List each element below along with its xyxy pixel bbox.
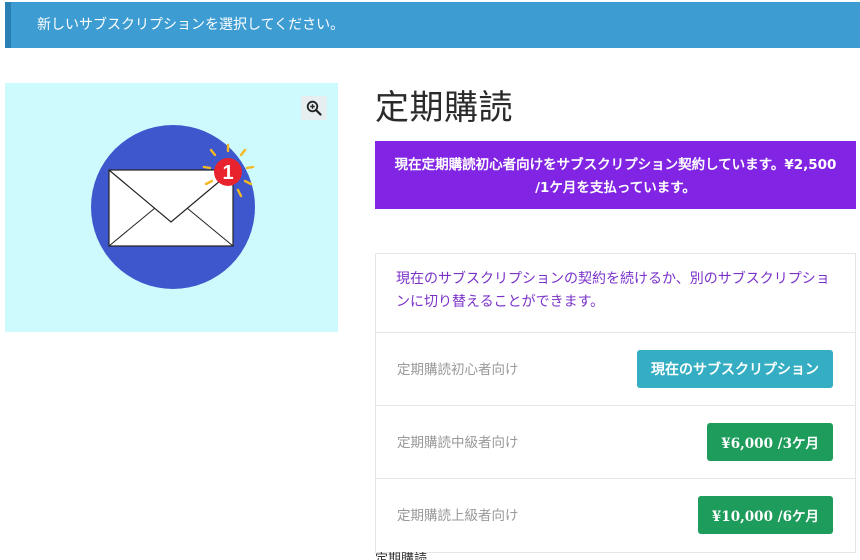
notice-bar: 新しいサブスクリプションを選択してください。 bbox=[5, 2, 860, 48]
envelope-icon bbox=[108, 169, 234, 247]
footer-product-label: 定期購読 bbox=[375, 552, 428, 560]
product-title: 定期購読 bbox=[375, 88, 513, 128]
envelope-illustration: 1 bbox=[91, 125, 255, 289]
switch-plan-button[interactable]: ¥10,000 /6ケ月 bbox=[697, 496, 833, 534]
plan-row-beginner: 定期購読初心者向け 現在のサブスクリプション bbox=[376, 333, 855, 406]
plan-name: 定期購読中級者向け bbox=[397, 435, 519, 451]
current-subscription-button[interactable]: 現在のサブスクリプション bbox=[637, 350, 833, 388]
plan-row-advanced: 定期購読上級者向け ¥10,000 /6ケ月 bbox=[376, 479, 855, 552]
plan-name: 定期購読初心者向け bbox=[397, 362, 519, 378]
notice-text: 新しいサブスクリプションを選択してください。 bbox=[37, 17, 345, 33]
zoom-button[interactable] bbox=[301, 96, 327, 120]
subscription-status-banner: 現在定期購読初心者向けをサブスクリプション契約しています。¥2,500 /1ケ月… bbox=[375, 141, 856, 209]
switch-plan-button[interactable]: ¥6,000 /3ケ月 bbox=[707, 423, 833, 461]
zoom-in-icon bbox=[306, 100, 322, 116]
plan-name: 定期購読上級者向け bbox=[397, 508, 519, 524]
plan-row-intermediate: 定期購読中級者向け ¥6,000 /3ケ月 bbox=[376, 406, 855, 479]
subscription-switch-box: 現在のサブスクリプションの契約を続けるか、別のサブスクリプションに切り替えること… bbox=[375, 253, 856, 553]
subscription-status-text: 現在定期購読初心者向けをサブスクリプション契約しています。¥2,500 /1ケ月… bbox=[394, 157, 837, 196]
switch-intro-text: 現在のサブスクリプションの契約を続けるか、別のサブスクリプションに切り替えること… bbox=[376, 254, 855, 333]
notification-count: 1 bbox=[222, 162, 233, 184]
